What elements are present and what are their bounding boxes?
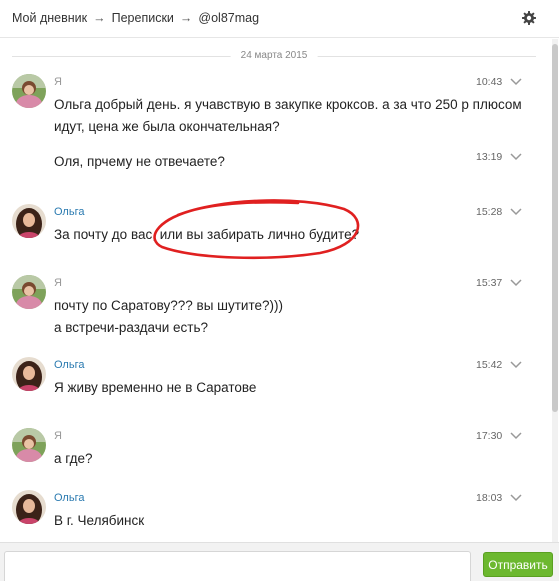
breadcrumb-contact[interactable]: @ol87mag (198, 11, 259, 25)
message-line: идут, цена же была окончательная? (54, 119, 280, 134)
message-text: почту по Саратову??? вы шутите?))) а вст… (54, 295, 283, 339)
message-time: 13:19 (476, 151, 503, 163)
message-item: Я 10:43 Ольга добрый день. я учавствую в… (0, 74, 545, 144)
chevron-down-icon[interactable] (510, 494, 522, 502)
gear-icon[interactable] (521, 10, 537, 26)
avatar[interactable] (12, 357, 46, 391)
message-text: Ольга добрый день. я учавствую в закупке… (54, 94, 522, 138)
message-text: В г. Челябинск (54, 510, 144, 532)
message-line: а встречи-раздачи есть? (54, 320, 209, 335)
message-author[interactable]: Ольга (54, 492, 84, 504)
breadcrumb-separator: → (93, 11, 106, 25)
message-line: почту по Саратову??? вы шутите?))) (54, 298, 283, 313)
chevron-down-icon[interactable] (510, 361, 522, 369)
date-label: 24 марта 2015 (230, 50, 318, 61)
breadcrumb-separator: → (179, 11, 193, 25)
message-item: Я 15:37 почту по Саратову??? вы шутите?)… (0, 275, 545, 335)
message-text: Оля, прчему не отвечаете? (54, 151, 225, 173)
message-item: Ольга 18:03 В г. Челябинск (0, 490, 545, 535)
message-item: Ольга 15:28 За почту до вас, или вы заби… (0, 204, 545, 249)
message-text: а где? (54, 448, 92, 470)
avatar[interactable] (12, 74, 46, 108)
chevron-down-icon[interactable] (510, 208, 522, 216)
message-author: Я (54, 76, 62, 88)
avatar[interactable] (12, 204, 46, 238)
scrollbar-thumb[interactable] (552, 44, 558, 412)
chevron-down-icon[interactable] (510, 78, 522, 86)
chevron-down-icon[interactable] (510, 153, 522, 161)
message-time: 15:42 (476, 359, 503, 371)
message-text: За почту до вас, или вы забирать лично б… (54, 224, 359, 246)
composer-bar: Отправить (0, 542, 559, 581)
avatar[interactable] (12, 428, 46, 462)
chevron-down-icon[interactable] (510, 279, 522, 287)
message-list[interactable]: 24 марта 2015 Я 10:43 Ольга добрый день.… (0, 39, 559, 542)
send-button[interactable]: Отправить (483, 552, 553, 577)
date-divider: 24 марта 2015 (12, 50, 536, 62)
message-time: 15:28 (476, 206, 503, 218)
message-line: В г. Челябинск (54, 513, 145, 528)
message-author[interactable]: Ольга (54, 359, 84, 371)
breadcrumb: Мой дневник → Переписки → @ol87mag (12, 11, 259, 25)
header-bar: Мой дневник → Переписки → @ol87mag (0, 0, 559, 38)
message-time: 18:03 (476, 492, 503, 504)
message-author: Я (54, 277, 62, 289)
message-line: а где? (54, 451, 93, 466)
message-line: За почту до вас, или вы забирать лично б… (54, 227, 360, 242)
avatar[interactable] (12, 275, 46, 309)
message-input[interactable] (4, 551, 471, 581)
message-line: Ольга добрый день. я учавствую в закупке… (54, 97, 522, 112)
message-line: Я живу временно не в Саратове (54, 380, 257, 395)
message-time: 10:43 (476, 76, 503, 88)
message-line: Оля, прчему не отвечаете? (54, 154, 225, 169)
message-item: 13:19 Оля, прчему не отвечаете? (0, 149, 545, 179)
message-item: Я 17:30 а где? (0, 428, 545, 473)
message-author[interactable]: Ольга (54, 206, 84, 218)
message-text: Я живу временно не в Саратове (54, 377, 256, 399)
message-time: 17:30 (476, 430, 503, 442)
message-item: Ольга 15:42 Я живу временно не в Саратов… (0, 357, 545, 402)
message-author: Я (54, 430, 62, 442)
avatar[interactable] (12, 490, 46, 524)
breadcrumb-my-diary[interactable]: Мой дневник (12, 11, 87, 25)
breadcrumb-conversations[interactable]: Переписки (112, 11, 174, 25)
chevron-down-icon[interactable] (510, 432, 522, 440)
message-time: 15:37 (476, 277, 503, 289)
